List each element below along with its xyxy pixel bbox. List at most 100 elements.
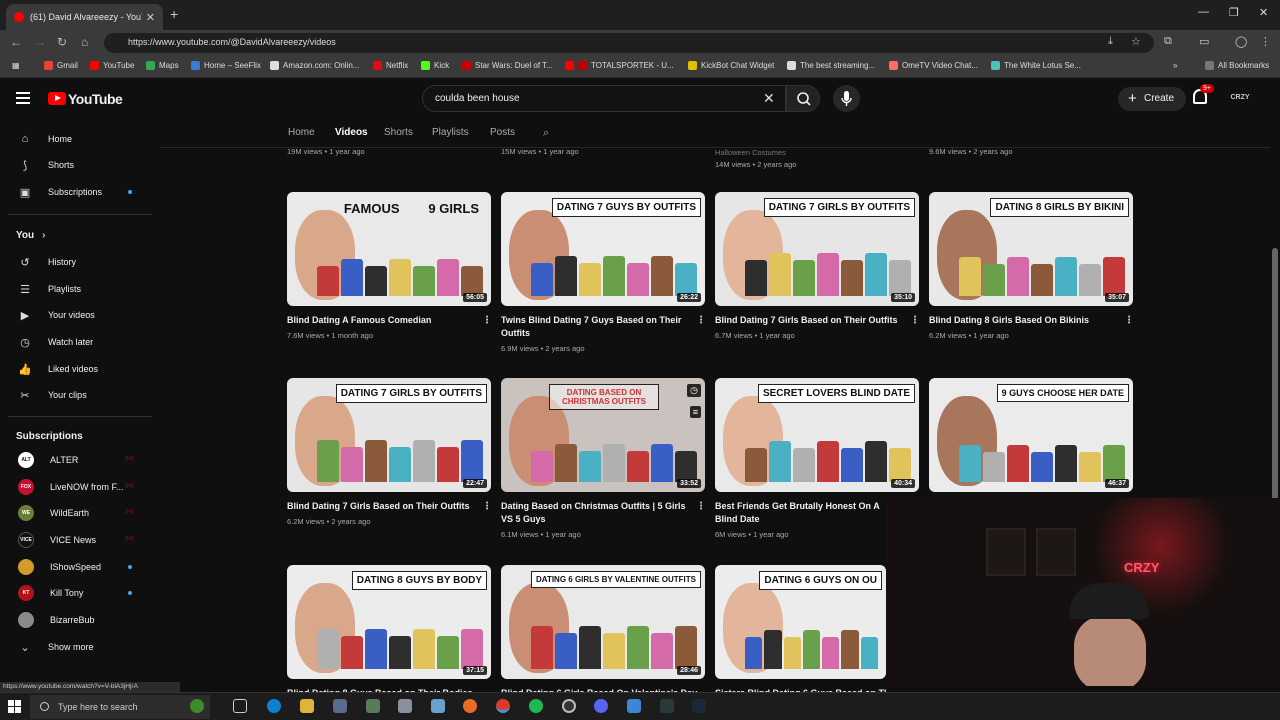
steam-icon[interactable]	[692, 699, 706, 713]
app-icon[interactable]	[627, 699, 641, 713]
tab-videos[interactable]: Videos	[335, 127, 368, 138]
sidebar-item-your-clips[interactable]: ✂ Your clips	[8, 382, 152, 408]
app-icon[interactable]	[398, 699, 412, 713]
video-menu-icon[interactable]: ⋮	[696, 315, 706, 326]
reload-icon[interactable]: ↻	[57, 35, 67, 49]
sidepanel-icon[interactable]: ▭	[1199, 35, 1209, 48]
youtube-logo-icon[interactable]	[48, 92, 66, 105]
sidebar-item-your-videos[interactable]: ▶ Your videos	[8, 302, 152, 328]
sidebar-item-watch-later[interactable]: ◷ Watch later	[8, 329, 152, 355]
watch-later-icon[interactable]: ◷	[687, 384, 701, 397]
video-title[interactable]: Blind Dating 7 Girls Based on Their Outf…	[715, 314, 900, 327]
video-menu-icon[interactable]: ⋮	[482, 315, 492, 326]
sidebar-sub-bizarrebub[interactable]: BizarreBub	[8, 607, 152, 633]
obs-icon[interactable]	[562, 699, 576, 713]
firefox-icon[interactable]	[463, 699, 477, 713]
address-bar[interactable]: https://www.youtube.com/@DavidAlvareeezy…	[104, 33, 1154, 53]
profile-icon[interactable]: ◯	[1235, 35, 1247, 48]
apps-icon[interactable]: ▦	[12, 61, 20, 70]
close-tab-icon[interactable]: ✕	[146, 11, 155, 24]
chrome-icon[interactable]	[496, 699, 510, 713]
plant-icon[interactable]	[190, 699, 204, 713]
new-tab-icon[interactable]: +	[170, 6, 178, 22]
video-title[interactable]: Blind Dating A Famous Comedian	[287, 314, 472, 327]
app-icon[interactable]	[333, 699, 347, 713]
windows-start-icon[interactable]	[8, 700, 21, 713]
clear-search-icon[interactable]: ✕	[763, 90, 775, 107]
back-icon[interactable]: ←	[10, 35, 22, 49]
extensions-icon[interactable]: ⧉	[1164, 35, 1172, 48]
bookmark-youtube[interactable]: YouTube	[90, 61, 134, 70]
bookmark-kickbot[interactable]: KickBot Chat Widget	[688, 61, 774, 70]
bookmark-maps[interactable]: Maps	[146, 61, 179, 70]
sidebar-item-shorts[interactable]: ⟆ Shorts	[8, 152, 152, 178]
add-to-queue-icon[interactable]: ≡	[689, 406, 701, 418]
tab-playlists[interactable]: Playlists	[432, 127, 469, 138]
video-title[interactable]: Dating Based on Christmas Outfits | 5 Gi…	[501, 500, 686, 526]
video-menu-icon[interactable]: ⋮	[910, 315, 920, 326]
app-icon[interactable]	[431, 699, 445, 713]
bookmarks-overflow-icon[interactable]: »	[1173, 61, 1177, 70]
video-thumbnail[interactable]: SECRET LOVERS BLIND DATE 40:34	[715, 378, 919, 492]
forward-icon[interactable]: →	[34, 35, 46, 49]
app-icon[interactable]	[660, 699, 674, 713]
video-thumbnail[interactable]: DATING 7 GIRLS BY OUTFITS 22:47	[287, 378, 491, 492]
home-icon[interactable]: ⌂	[81, 35, 88, 49]
tab-shorts[interactable]: Shorts	[384, 127, 413, 138]
video-title[interactable]: Blind Dating 8 Girls Based On Bikinis	[929, 314, 1114, 327]
sidebar-you[interactable]: You ›	[8, 222, 152, 248]
video-menu-icon[interactable]: ⋮	[482, 501, 492, 512]
taskbar-search-input[interactable]: Type here to search	[30, 695, 210, 719]
menu-icon[interactable]	[16, 92, 30, 104]
sidebar-item-playlists[interactable]: ☰ Playlists	[8, 276, 152, 302]
file-explorer-icon[interactable]	[300, 699, 314, 713]
bookmark-gmail[interactable]: Gmail	[44, 61, 78, 70]
bookmark-star-icon[interactable]: ☆	[1131, 35, 1141, 48]
video-thumbnail[interactable]: DATING 8 GUYS BY BODY 37:15	[287, 565, 491, 679]
discord-icon[interactable]	[594, 699, 608, 713]
install-app-icon[interactable]: ⤓	[1108, 35, 1113, 48]
create-button[interactable]: Create	[1118, 87, 1186, 111]
sidebar-item-home[interactable]: ⌂ Home	[8, 126, 152, 152]
avatar[interactable]: CRZY	[1226, 88, 1254, 108]
task-view-icon[interactable]	[233, 699, 247, 713]
minimize-icon[interactable]: —	[1198, 6, 1209, 18]
video-thumbnail[interactable]: FAMOUS 9 GIRLS 56:05	[287, 192, 491, 306]
spotify-icon[interactable]	[529, 699, 543, 713]
bookmark-whitelotus[interactable]: The White Lotus Se...	[991, 61, 1081, 70]
search-input[interactable]: coulda been house	[422, 85, 786, 112]
browser-tab[interactable]: (61) David Alvareeezy - YouTub ✕	[6, 4, 163, 30]
channel-search-icon[interactable]: ⌕	[543, 127, 549, 140]
video-thumbnail[interactable]: DATING 7 GUYS BY OUTFITS 26:22	[501, 192, 705, 306]
window-close-icon[interactable]: ✕	[1259, 6, 1268, 19]
search-button[interactable]	[786, 85, 820, 112]
voice-search-button[interactable]	[833, 85, 860, 112]
video-title[interactable]: Best Friends Get Brutally Honest On A Bl…	[715, 500, 887, 526]
video-thumbnail[interactable]: DATING 6 GUYS ON OU	[715, 565, 886, 679]
video-thumbnail[interactable]: 9 GUYS CHOOSE HER DATE 46:37	[929, 378, 1133, 492]
tab-home[interactable]: Home	[288, 127, 315, 138]
tab-posts[interactable]: Posts	[490, 127, 515, 138]
sidebar-item-history[interactable]: ↺ History	[8, 249, 152, 275]
bookmark-seeflix[interactable]: Home – SeeFlix	[191, 61, 261, 70]
edge-icon[interactable]	[267, 699, 281, 713]
sidebar-item-liked-videos[interactable]: 👍 Liked videos	[8, 356, 152, 382]
all-bookmarks[interactable]: All Bookmarks	[1205, 61, 1269, 70]
calculator-icon[interactable]	[366, 699, 380, 713]
bookmark-ometv[interactable]: OmeTV Video Chat...	[889, 61, 978, 70]
video-thumbnail[interactable]: DATING 8 GIRLS BY BIKINI 35:07	[929, 192, 1133, 306]
sidebar-show-more[interactable]: ⌄ Show more	[8, 634, 152, 660]
bookmark-starwars[interactable]: Star Wars: Duel of T...	[462, 61, 553, 70]
video-menu-icon[interactable]: ⋮	[696, 501, 706, 512]
video-thumbnail[interactable]: DATING 6 GIRLS BY VALENTINE OUTFITS 28:46	[501, 565, 705, 679]
bookmark-streaming[interactable]: The best streaming...	[787, 61, 875, 70]
video-menu-icon[interactable]: ⋮	[1124, 315, 1134, 326]
menu-dots-icon[interactable]: ⋮	[1260, 35, 1271, 48]
bookmark-netflix[interactable]: Netflix	[373, 61, 408, 70]
bookmark-totalsportek[interactable]: TOTALSPORTEK - U...	[565, 61, 674, 70]
video-thumbnail[interactable]: DATING BASED ON CHRISTMAS OUTFITS 33:52 ◷ ≡	[501, 378, 705, 492]
video-title[interactable]: Twins Blind Dating 7 Guys Based on Their…	[501, 314, 686, 340]
restore-icon[interactable]: ❐	[1229, 6, 1239, 19]
video-thumbnail[interactable]: DATING 7 GIRLS BY OUTFITS 35:10	[715, 192, 919, 306]
video-title[interactable]: Blind Dating 7 Girls Based on Their Outf…	[287, 500, 472, 513]
